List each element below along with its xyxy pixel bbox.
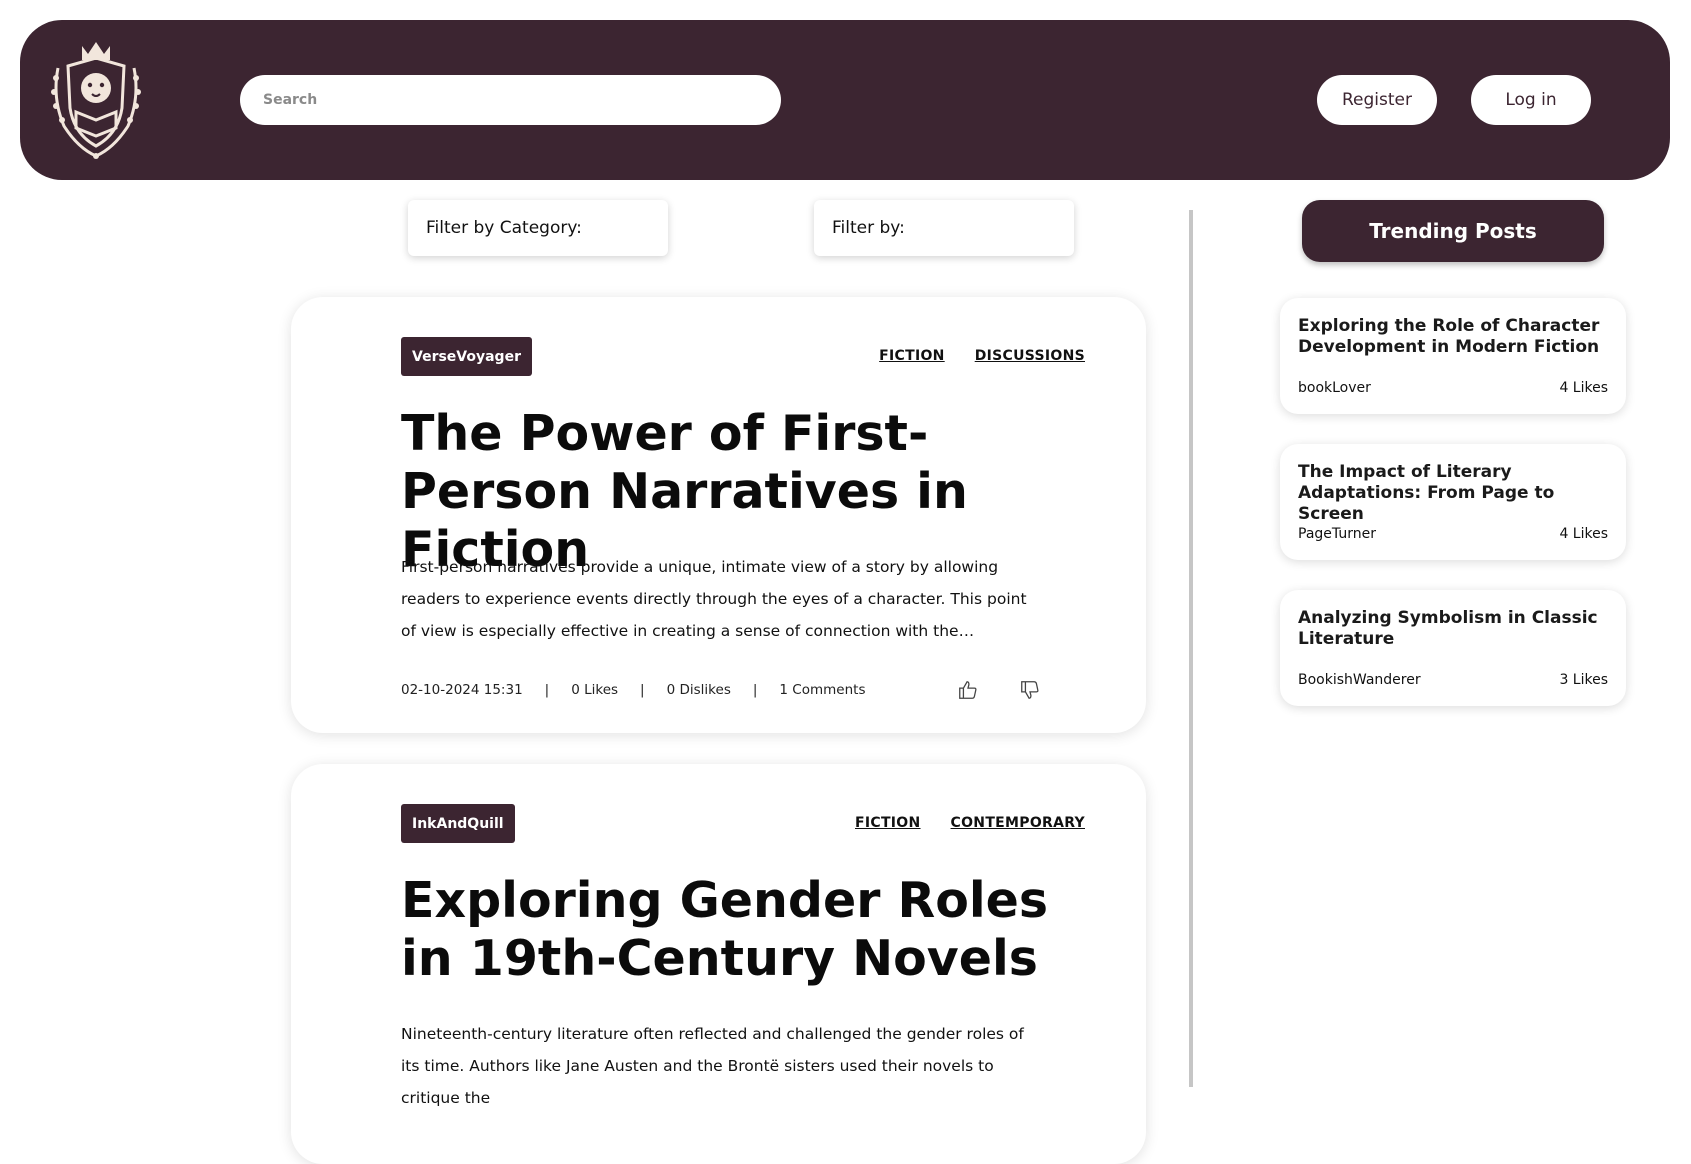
trending-post-title: The Impact of Literary Adaptations: From… <box>1298 462 1555 524</box>
meta-separator: | <box>752 682 758 698</box>
meta-separator: | <box>640 682 645 698</box>
post-categories: FICTION CONTEMPORARY <box>855 815 1085 831</box>
post-excerpt: Nineteenth-century literature often refl… <box>401 1025 1024 1107</box>
trending-post-author: BookishWanderer <box>1298 672 1421 688</box>
category-tag[interactable]: CONTEMPORARY <box>951 815 1085 831</box>
trending-post-author: PageTurner <box>1298 526 1376 542</box>
post-meta: 02-10-2024 15:31 | 0 Likes | 0 Dislikes … <box>401 677 1041 703</box>
thumbs-up-icon <box>959 681 977 699</box>
lion-crest-logo-icon <box>51 42 141 159</box>
trending-post-card[interactable]: Exploring the Role of Character Developm… <box>1280 298 1626 414</box>
meta-separator: | <box>544 682 550 698</box>
post-excerpt: First-person narratives provide a unique… <box>401 558 1027 640</box>
trending-post-likes: 4 Likes <box>1559 380 1608 396</box>
filter-category-label: Filter by Category: <box>426 218 582 238</box>
trending-post-author: bookLover <box>1298 380 1371 396</box>
category-tag[interactable]: FICTION <box>879 348 945 364</box>
post-likes-count: 0 Likes <box>571 682 619 698</box>
post-dislikes-count: 0 Dislikes <box>666 682 731 698</box>
post-card[interactable]: InkAndQuill FICTION CONTEMPORARY Explori… <box>291 764 1146 1164</box>
thumbs-down-icon <box>1021 681 1039 699</box>
site-logo[interactable] <box>48 38 144 160</box>
post-comments-count[interactable]: 1 Comments <box>779 682 865 698</box>
category-tag[interactable]: FICTION <box>855 815 921 831</box>
post-categories: FICTION DISCUSSIONS <box>879 348 1085 364</box>
like-button[interactable] <box>957 679 979 701</box>
trending-posts-button[interactable]: Trending Posts <box>1302 200 1604 262</box>
login-button[interactable]: Log in <box>1471 75 1591 125</box>
filter-by-category-dropdown[interactable]: Filter by Category: <box>408 200 668 256</box>
post-title[interactable]: Exploring Gender Roles in 19th-Century N… <box>401 872 1081 988</box>
trending-post-card[interactable]: The Impact of Literary Adaptations: From… <box>1280 444 1626 560</box>
category-tag[interactable]: DISCUSSIONS <box>975 348 1085 364</box>
trending-post-likes: 4 Likes <box>1559 526 1608 542</box>
filter-by-dropdown[interactable]: Filter by: <box>814 200 1074 256</box>
trending-post-title: Exploring the Role of Character Developm… <box>1298 316 1600 357</box>
dislike-button[interactable] <box>1019 679 1041 701</box>
post-author-badge[interactable]: InkAndQuill <box>401 804 515 843</box>
post-date: 02-10-2024 15:31 <box>401 682 523 698</box>
trending-post-likes: 3 Likes <box>1559 672 1608 688</box>
column-divider <box>1189 210 1193 1087</box>
search-input[interactable] <box>240 75 781 125</box>
post-author-badge[interactable]: VerseVoyager <box>401 337 532 376</box>
trending-post-title: Analyzing Symbolism in Classic Literatur… <box>1298 608 1598 649</box>
post-card[interactable]: VerseVoyager FICTION DISCUSSIONS The Pow… <box>291 297 1146 733</box>
trending-post-card[interactable]: Analyzing Symbolism in Classic Literatur… <box>1280 590 1626 706</box>
site-header: Register Log in <box>20 20 1670 180</box>
register-button[interactable]: Register <box>1317 75 1437 125</box>
filter-by-label: Filter by: <box>832 218 905 238</box>
